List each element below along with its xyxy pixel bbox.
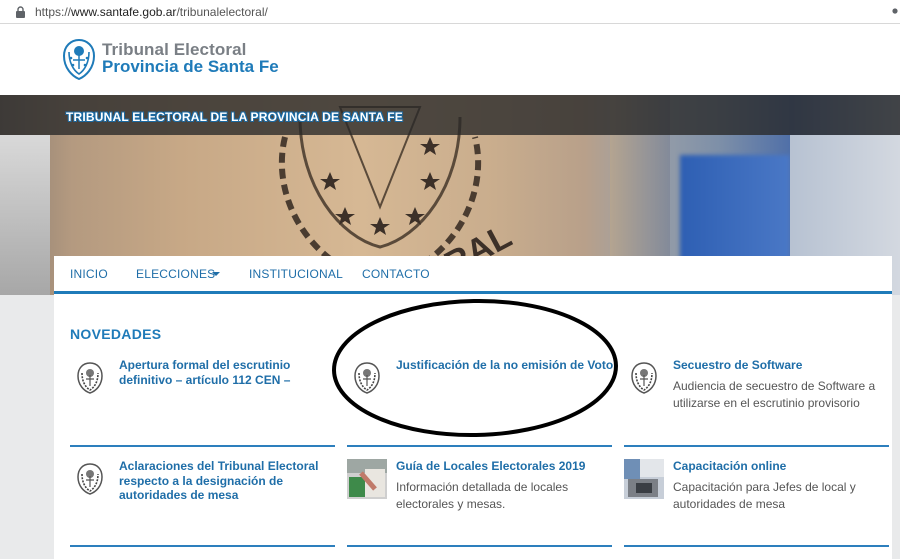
url-host: www.santafe.gob.ar — [71, 5, 177, 19]
nav-inicio[interactable]: INICIO — [70, 267, 108, 281]
url-prefix: https:// — [35, 5, 72, 19]
url-path: /tribunalelectoral/ — [176, 5, 268, 19]
chevron-down-icon[interactable] — [212, 272, 220, 276]
news-card-description: Capacitación para Jefes de local y autor… — [673, 480, 856, 511]
main-nav: INICIO ELECCIONES INSTITUCIONAL CONTACTO — [54, 256, 892, 294]
hero-title: TRIBUNAL ELECTORAL DE LA PROVINCIA DE SA… — [66, 110, 403, 124]
news-card-description: Información detallada de locales elector… — [396, 480, 569, 511]
site-header: Tribunal Electoral Provincia de Santa Fe — [0, 24, 900, 95]
news-card-title[interactable]: Aclaraciones del Tribunal Electoral resp… — [119, 459, 339, 503]
news-card-title[interactable]: Apertura formal del escrutinio definitiv… — [119, 358, 339, 387]
training-photo — [624, 459, 664, 499]
brand-line-2[interactable]: Provincia de Santa Fe — [102, 57, 279, 77]
province-seal-logo[interactable] — [61, 38, 97, 80]
divider — [70, 445, 335, 447]
browser-url-bar[interactable]: https://www.santafe.gob.ar/tribunalelect… — [0, 0, 900, 24]
divider — [347, 545, 612, 547]
news-card-title[interactable]: Secuestro de Software — [673, 358, 893, 373]
news-card-title[interactable]: Guía de Locales Electorales 2019 — [396, 459, 616, 474]
news-card[interactable]: Aclaraciones del Tribunal Electoral resp… — [70, 459, 336, 539]
nav-elecciones[interactable]: ELECCIONES — [136, 267, 215, 281]
seal-icon — [631, 362, 657, 394]
news-card[interactable]: Secuestro de Software Audiencia de secue… — [624, 358, 890, 448]
lock-icon — [16, 6, 25, 18]
divider — [624, 545, 889, 547]
nav-institucional[interactable]: INSTITUCIONAL — [249, 267, 343, 281]
annotation-circle — [332, 298, 618, 438]
news-card[interactable]: Guía de Locales Electorales 2019 Informa… — [347, 459, 613, 539]
news-card[interactable]: Apertura formal del escrutinio definitiv… — [70, 358, 336, 448]
nav-contacto[interactable]: CONTACTO — [362, 267, 430, 281]
ballot-photo — [347, 459, 387, 499]
divider — [347, 445, 612, 447]
news-card-title[interactable]: Capacitación online — [673, 459, 893, 474]
section-title: NOVEDADES — [70, 326, 162, 342]
divider — [70, 545, 335, 547]
url-text[interactable]: https://www.santafe.gob.ar/tribunalelect… — [35, 5, 268, 19]
news-card-description: Audiencia de secuestro de Software a uti… — [673, 379, 876, 410]
news-card[interactable]: Capacitación online Capacitación para Je… — [624, 459, 890, 539]
seal-icon — [77, 362, 103, 394]
seal-icon — [77, 463, 103, 495]
hero-left-panel — [0, 135, 50, 295]
browser-menu-icon[interactable] — [892, 6, 898, 16]
divider — [624, 445, 889, 447]
